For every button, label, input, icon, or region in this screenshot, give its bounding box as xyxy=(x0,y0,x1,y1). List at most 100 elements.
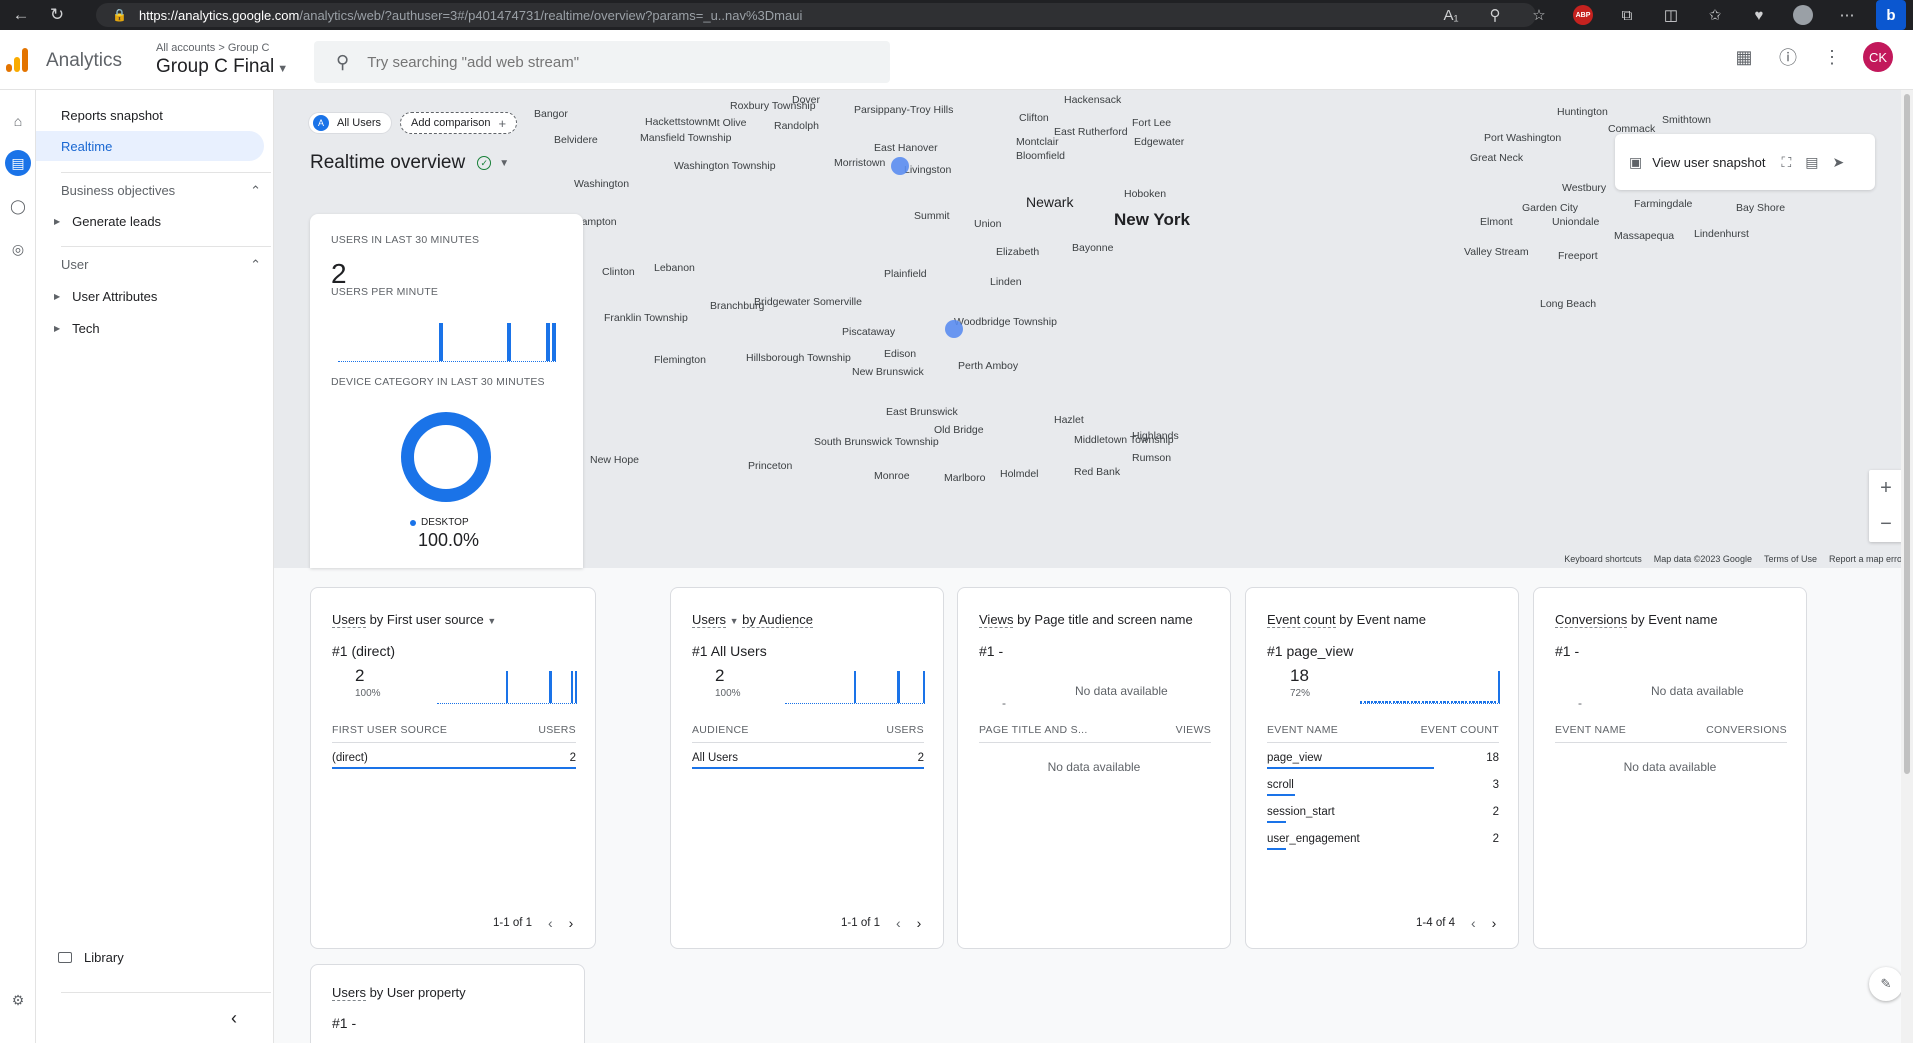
prev-page-icon[interactable]: ‹ xyxy=(1471,915,1476,931)
all-users-chip[interactable]: A All Users xyxy=(308,112,393,134)
favorites-icon[interactable]: ✩ xyxy=(1693,0,1737,30)
map-place-label: Long Beach xyxy=(1540,298,1597,310)
card-page-title: Views by Page title and screen name #1 - -… xyxy=(957,587,1231,949)
chevron-down-icon[interactable]: ▼ xyxy=(730,616,739,626)
more-vert-icon[interactable]: ⋮ xyxy=(1819,44,1845,70)
account-selector[interactable]: All accounts > Group C Group C Final ▼ xyxy=(156,42,288,78)
map-place-label: Monroe xyxy=(874,470,910,482)
extensions-icon[interactable]: ⧉ xyxy=(1605,0,1649,30)
chart-bar xyxy=(1479,701,1482,703)
reports-icon[interactable]: ▤ xyxy=(5,150,31,176)
adblock-extension[interactable]: ABP xyxy=(1561,0,1605,30)
chart-bar xyxy=(1388,701,1392,703)
card-title[interactable]: Views by Page title and screen name xyxy=(979,612,1193,628)
apps-grid-icon[interactable]: ▦ xyxy=(1731,44,1757,70)
nav-section-business-objectives[interactable]: Business objectives ⌃ xyxy=(61,183,261,199)
chart-bar xyxy=(546,323,551,361)
nav-tech[interactable]: ▶ Tech xyxy=(54,321,100,336)
next-page-icon[interactable]: › xyxy=(569,915,574,931)
map-footer-link[interactable]: Map data ©2023 Google xyxy=(1654,554,1752,564)
card-title[interactable]: Conversions by Event name xyxy=(1555,612,1718,628)
back-icon[interactable]: ← xyxy=(6,0,36,30)
map-footer-link[interactable]: Report a map error xyxy=(1829,554,1905,564)
insights-icon[interactable]: ▤ xyxy=(1805,154,1818,171)
feedback-button[interactable]: ✎ xyxy=(1869,967,1903,1001)
table-row[interactable]: page_view 18 xyxy=(1267,752,1499,769)
help-icon[interactable]: ⓘ xyxy=(1775,44,1801,70)
table-row[interactable]: (direct) 2 xyxy=(332,752,576,769)
add-comparison-button[interactable]: Add comparison + xyxy=(400,112,518,134)
bing-copilot-button[interactable]: b xyxy=(1869,0,1913,30)
map-place-label: Roxbury Township xyxy=(730,100,816,112)
zoom-icon[interactable]: ⚲ xyxy=(1473,0,1517,30)
view-user-snapshot-button[interactable]: View user snapshot xyxy=(1652,155,1765,170)
table-row[interactable]: user_engagement 2 xyxy=(1267,833,1499,850)
map-place-label: Garden City xyxy=(1522,202,1579,214)
table-row[interactable]: scroll 3 xyxy=(1267,779,1499,796)
map-footer-link[interactable]: Keyboard shortcuts xyxy=(1564,554,1642,564)
avatar[interactable]: CK xyxy=(1863,42,1893,72)
nav-generate-leads[interactable]: ▶ Generate leads xyxy=(54,214,161,229)
chart-bar xyxy=(1436,701,1439,703)
device-donut-chart xyxy=(401,412,491,502)
admin-gear-icon[interactable]: ⚙ xyxy=(5,987,31,1013)
map-place-label: Morristown xyxy=(834,157,886,169)
row-proportion-bar xyxy=(332,767,576,769)
search-box[interactable]: ⚲ xyxy=(314,41,890,83)
page-scrollbar[interactable] xyxy=(1901,90,1913,1043)
next-page-icon[interactable]: › xyxy=(1492,915,1497,931)
performance-icon[interactable]: ♥ xyxy=(1737,0,1781,30)
users-per-minute-label: USERS PER MINUTE xyxy=(331,286,439,298)
map-place-label: Middletown Township xyxy=(1074,434,1174,446)
favorite-star-icon[interactable]: ☆ xyxy=(1517,0,1561,30)
table-row[interactable]: All Users 2 xyxy=(692,752,924,769)
no-data-message: No data available xyxy=(1623,760,1717,774)
nav-library[interactable]: Library xyxy=(58,950,124,965)
card-top-rank: #1 (direct) xyxy=(332,643,396,659)
chart-bar xyxy=(1378,701,1381,703)
address-bar[interactable]: 🔒 https://analytics.google.com/analytics… xyxy=(96,3,1536,27)
nav-realtime[interactable]: Realtime xyxy=(36,131,264,161)
next-page-icon[interactable]: › xyxy=(917,915,922,931)
chart-bar xyxy=(1410,701,1414,703)
card-title[interactable]: Event count by Event name xyxy=(1267,612,1426,628)
user-location-dot[interactable] xyxy=(891,157,909,175)
nav-reports-snapshot[interactable]: Reports snapshot xyxy=(36,100,264,130)
fullscreen-icon[interactable]: ⛶ xyxy=(1781,154,1791,171)
chart-bar xyxy=(1497,671,1500,703)
chart-bar xyxy=(853,671,857,703)
home-icon[interactable]: ⌂ xyxy=(5,108,31,134)
explore-icon[interactable]: ◯ xyxy=(5,193,31,219)
analytics-logo-icon xyxy=(6,48,30,72)
map-place-label: Bayonne xyxy=(1072,242,1114,254)
prev-page-icon[interactable]: ‹ xyxy=(548,915,553,931)
chevron-down-icon[interactable]: ▼ xyxy=(487,616,496,626)
card-title[interactable]: Users ▼ by Audience xyxy=(692,612,813,628)
profile-icon[interactable] xyxy=(1781,0,1825,30)
advertising-icon[interactable]: ◎ xyxy=(5,236,31,262)
nav-section-user[interactable]: User ⌃ xyxy=(61,257,261,273)
zoom-out-button[interactable]: − xyxy=(1869,506,1903,542)
map-place-label: Uniondale xyxy=(1552,216,1600,228)
card-title[interactable]: Users by First user source ▼ xyxy=(332,612,496,628)
search-input[interactable] xyxy=(365,52,846,72)
table-header: AUDIENCE USERS xyxy=(692,724,924,743)
read-aloud-icon[interactable]: A₁ xyxy=(1429,0,1473,30)
split-screen-icon[interactable]: ◫ xyxy=(1649,0,1693,30)
more-options-icon[interactable]: ⋯ xyxy=(1825,0,1869,30)
chart-bar xyxy=(1457,701,1461,703)
account-breadcrumb: All accounts > Group C xyxy=(156,42,270,54)
collapse-nav-icon[interactable]: ‹ xyxy=(231,1008,237,1029)
map-place-label: Randolph xyxy=(774,120,819,132)
zoom-in-button[interactable]: + xyxy=(1869,470,1903,506)
prev-page-icon[interactable]: ‹ xyxy=(896,915,901,931)
chevron-down-icon[interactable]: ▼ xyxy=(499,158,509,169)
chart-bar xyxy=(1425,701,1428,703)
table-row[interactable]: session_start 2 xyxy=(1267,806,1499,823)
map-footer-link[interactable]: Terms of Use xyxy=(1764,554,1817,564)
share-icon[interactable]: ➤ xyxy=(1833,154,1845,171)
chart-bar xyxy=(1432,701,1435,703)
nav-user-attributes[interactable]: ▶ User Attributes xyxy=(54,289,157,304)
reload-icon[interactable]: ↻ xyxy=(42,0,72,30)
user-location-dot[interactable] xyxy=(945,320,963,338)
